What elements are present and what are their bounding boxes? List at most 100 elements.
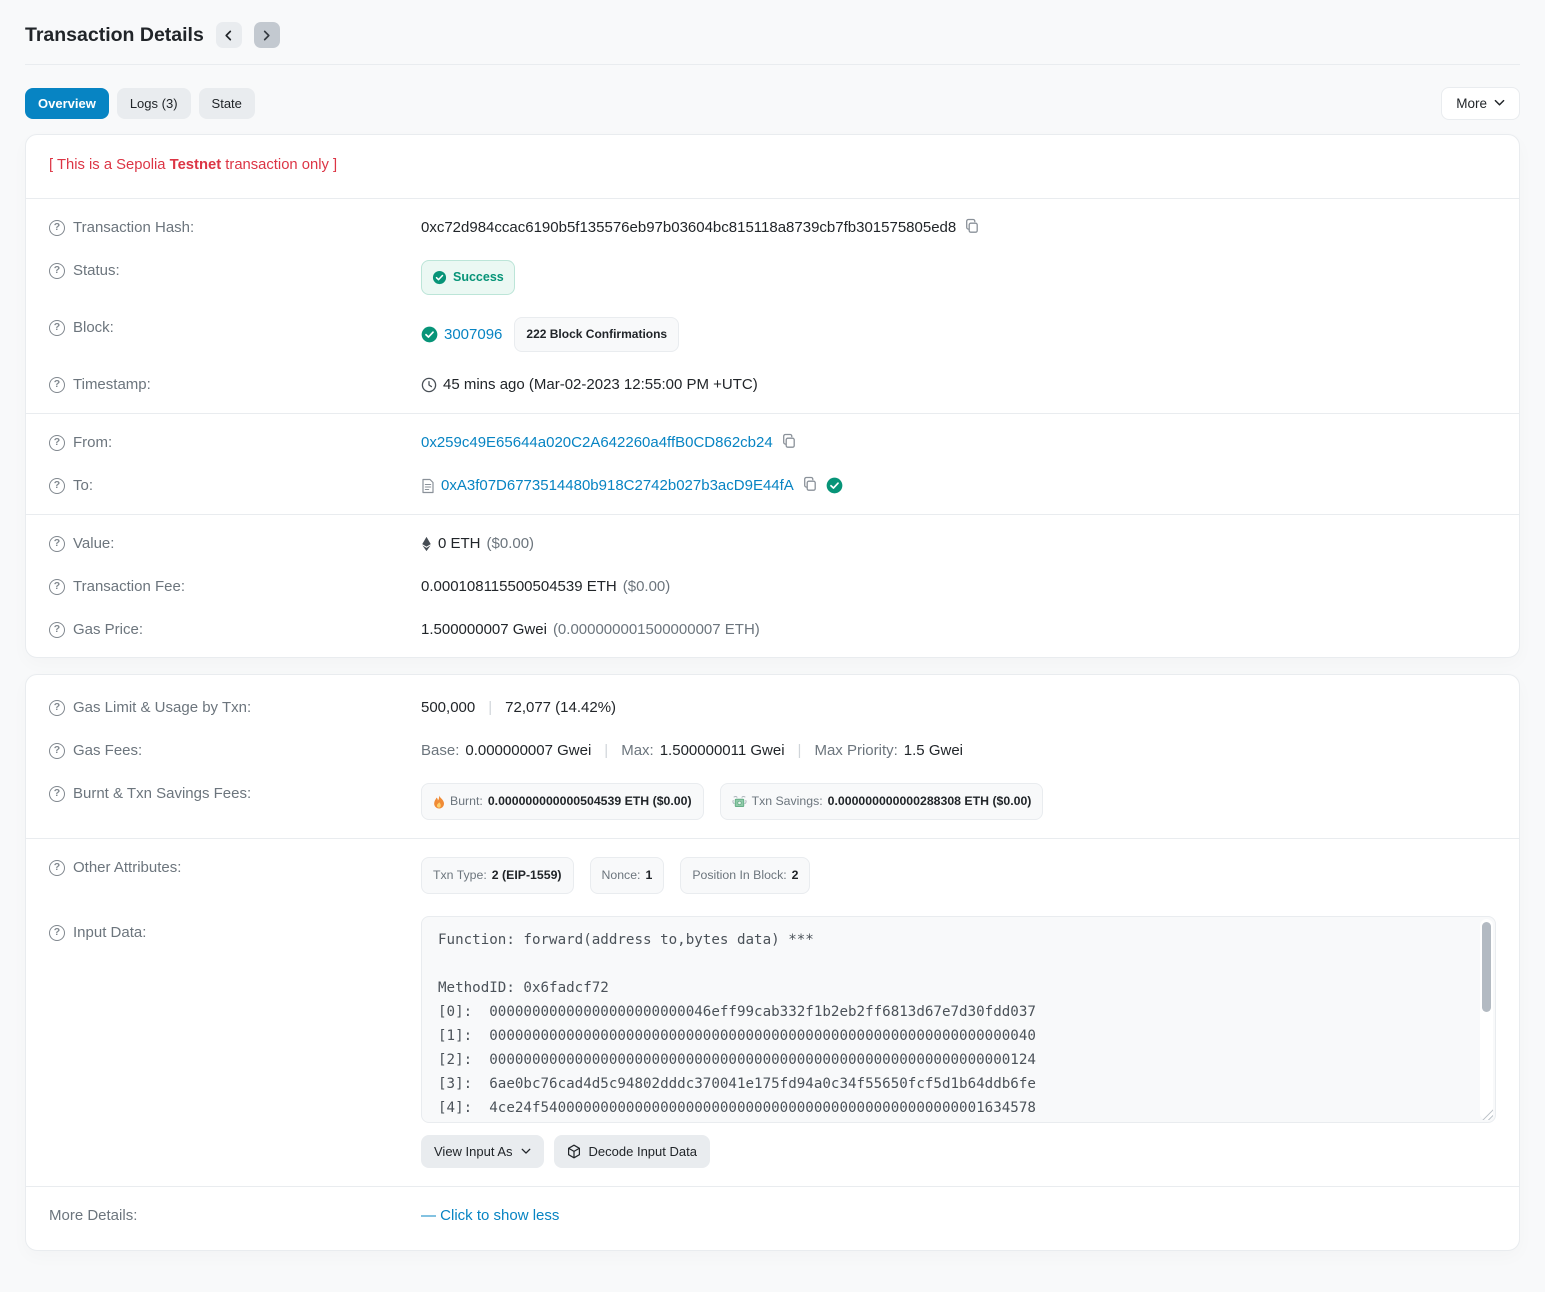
row-label: Burnt & Txn Savings Fees: (49, 783, 421, 804)
input-data-scrollbar-track (1480, 919, 1493, 1120)
help-icon[interactable] (49, 377, 65, 393)
row-label: More Details: (49, 1205, 421, 1226)
txn-savings-key: Txn Savings: (752, 791, 823, 812)
input-data-line (438, 952, 1469, 976)
row-value: 0xc72d984ccac6190b5f135576eb97b03604bc81… (421, 217, 1496, 238)
from-label: From: (73, 432, 112, 453)
row-gas-limit: Gas Limit & Usage by Txn: 500,000 | 72,0… (49, 681, 1496, 729)
other-attributes-label: Other Attributes: (73, 857, 181, 878)
row-value: Success (421, 260, 1496, 295)
nonce-value: 1 (645, 865, 652, 886)
help-icon[interactable] (49, 263, 65, 279)
check-circle-icon (432, 270, 447, 285)
input-data-line: [3]: 6ae0bc76cad4d5c94802dddc370041e175f… (438, 1072, 1469, 1096)
row-value: 1.500000007 Gwei (0.000000001500000007 E… (421, 619, 1496, 640)
help-icon[interactable] (49, 320, 65, 336)
click-to-show-less-link[interactable]: — Click to show less (421, 1205, 559, 1226)
tab-list: Overview Logs (3) State (25, 88, 255, 119)
testnet-notice-highlight: Testnet (170, 157, 222, 173)
tab-overview[interactable]: Overview (25, 88, 109, 119)
help-icon[interactable] (49, 435, 65, 451)
row-more-details: More Details: — Click to show less (49, 1194, 1496, 1244)
row-label: Status: (49, 260, 421, 281)
clock-icon (421, 377, 437, 393)
decode-input-data-button[interactable]: Decode Input Data (554, 1135, 710, 1168)
txn-savings-badge: Txn Savings: 0.000000000000288308 ETH ($… (720, 783, 1044, 820)
contract-icon (421, 478, 435, 494)
row-value: 3007096 222 Block Confirmations (421, 317, 1496, 352)
burnt-savings-label: Burnt & Txn Savings Fees: (73, 783, 251, 804)
help-icon[interactable] (49, 700, 65, 716)
row-timestamp: Timestamp: 45 mins ago (Mar-02-2023 12:5… (49, 363, 1496, 406)
decode-input-data-label: Decode Input Data (589, 1144, 697, 1159)
row-label: Timestamp: (49, 374, 421, 395)
chevron-down-icon (1494, 96, 1505, 111)
input-data-line: [4]: 4ce24f54000000000000000000000000000… (438, 1096, 1469, 1120)
fire-icon (433, 795, 445, 809)
transaction-fee-label: Transaction Fee: (73, 576, 185, 597)
row-value: Base: 0.000000007 Gwei | Max: 1.50000001… (421, 740, 1496, 761)
from-address-link[interactable]: 0x259c49E65644a020C2A642260a4ffB0CD862cb… (421, 432, 773, 453)
status-value: Success (453, 267, 504, 288)
chevron-right-icon (261, 30, 272, 41)
divider (26, 514, 1519, 515)
row-value: 0.000108115500504539 ETH ($0.00) (421, 576, 1496, 597)
transaction-fee-usd: ($0.00) (623, 576, 671, 597)
to-address-link[interactable]: 0xA3f07D6773514480b918C2742b027b3acD9E44… (441, 475, 794, 496)
previous-transaction-button[interactable] (216, 22, 242, 48)
help-icon[interactable] (49, 622, 65, 638)
row-label: Value: (49, 533, 421, 554)
row-value: 0xA3f07D6773514480b918C2742b027b3acD9E44… (421, 475, 1496, 496)
more-details-label: More Details: (49, 1205, 137, 1226)
help-icon[interactable] (49, 478, 65, 494)
help-icon[interactable] (49, 536, 65, 552)
tab-logs[interactable]: Logs (3) (117, 88, 191, 119)
gas-fees-label: Gas Fees: (73, 740, 142, 761)
row-label: To: (49, 475, 421, 496)
gas-used-value: 72,077 (14.42%) (505, 697, 616, 718)
chevron-down-icon (521, 1144, 531, 1159)
help-icon[interactable] (49, 786, 65, 802)
help-icon[interactable] (49, 925, 65, 941)
help-icon[interactable] (49, 220, 65, 236)
row-value: 0x259c49E65644a020C2A642260a4ffB0CD862cb… (421, 432, 1496, 453)
value-usd: ($0.00) (487, 533, 535, 554)
help-icon[interactable] (49, 860, 65, 876)
gas-price-eth: (0.000000001500000007 ETH) (553, 619, 760, 640)
copy-to-address-button[interactable] (800, 476, 820, 495)
separator: | (604, 740, 608, 761)
copy-from-address-button[interactable] (779, 433, 799, 452)
copy-transaction-hash-button[interactable] (962, 218, 982, 237)
row-label: Transaction Hash: (49, 217, 421, 238)
timestamp-value: 45 mins ago (Mar-02-2023 12:55:00 PM +UT… (443, 374, 758, 395)
check-circle-icon (421, 326, 438, 343)
testnet-notice-suffix: transaction only ] (221, 157, 337, 173)
block-number-link[interactable]: 3007096 (444, 324, 502, 345)
next-transaction-button[interactable] (254, 22, 280, 48)
decode-cube-icon (567, 1144, 581, 1159)
row-from: From: 0x259c49E65644a020C2A642260a4ffB0C… (49, 421, 1496, 464)
row-value: Burnt: 0.000000000000504539 ETH ($0.00) … (421, 783, 1496, 820)
eth-diamond-icon (421, 536, 432, 552)
tabs-row: Overview Logs (3) State More (25, 87, 1520, 120)
more-dropdown-button[interactable]: More (1441, 87, 1520, 120)
block-confirmations-badge: 222 Block Confirmations (514, 317, 679, 352)
input-data-line: [0]: 00000000000000000000000046eff99cab3… (438, 1000, 1469, 1024)
input-data-textarea[interactable]: Function: forward(address to,bytes data)… (421, 916, 1496, 1123)
chevron-left-icon (223, 30, 234, 41)
row-other-attributes: Other Attributes: Txn Type: 2 (EIP-1559)… (49, 846, 1496, 905)
input-data-scrollbar-thumb[interactable] (1482, 922, 1491, 1012)
input-data-column: Function: forward(address to,bytes data)… (421, 916, 1496, 1168)
row-input-data: Input Data: Function: forward(address to… (49, 905, 1496, 1179)
view-input-as-button[interactable]: View Input As (421, 1135, 544, 1168)
row-burnt-savings: Burnt & Txn Savings Fees: Burnt: 0.00000… (49, 772, 1496, 831)
value-amount: 0 ETH (438, 533, 481, 554)
input-data-label: Input Data: (73, 922, 146, 943)
tab-state[interactable]: State (199, 88, 255, 119)
divider (26, 198, 1519, 199)
txn-type-key: Txn Type: (433, 865, 487, 886)
row-label: Transaction Fee: (49, 576, 421, 597)
row-label: From: (49, 432, 421, 453)
help-icon[interactable] (49, 743, 65, 759)
help-icon[interactable] (49, 579, 65, 595)
